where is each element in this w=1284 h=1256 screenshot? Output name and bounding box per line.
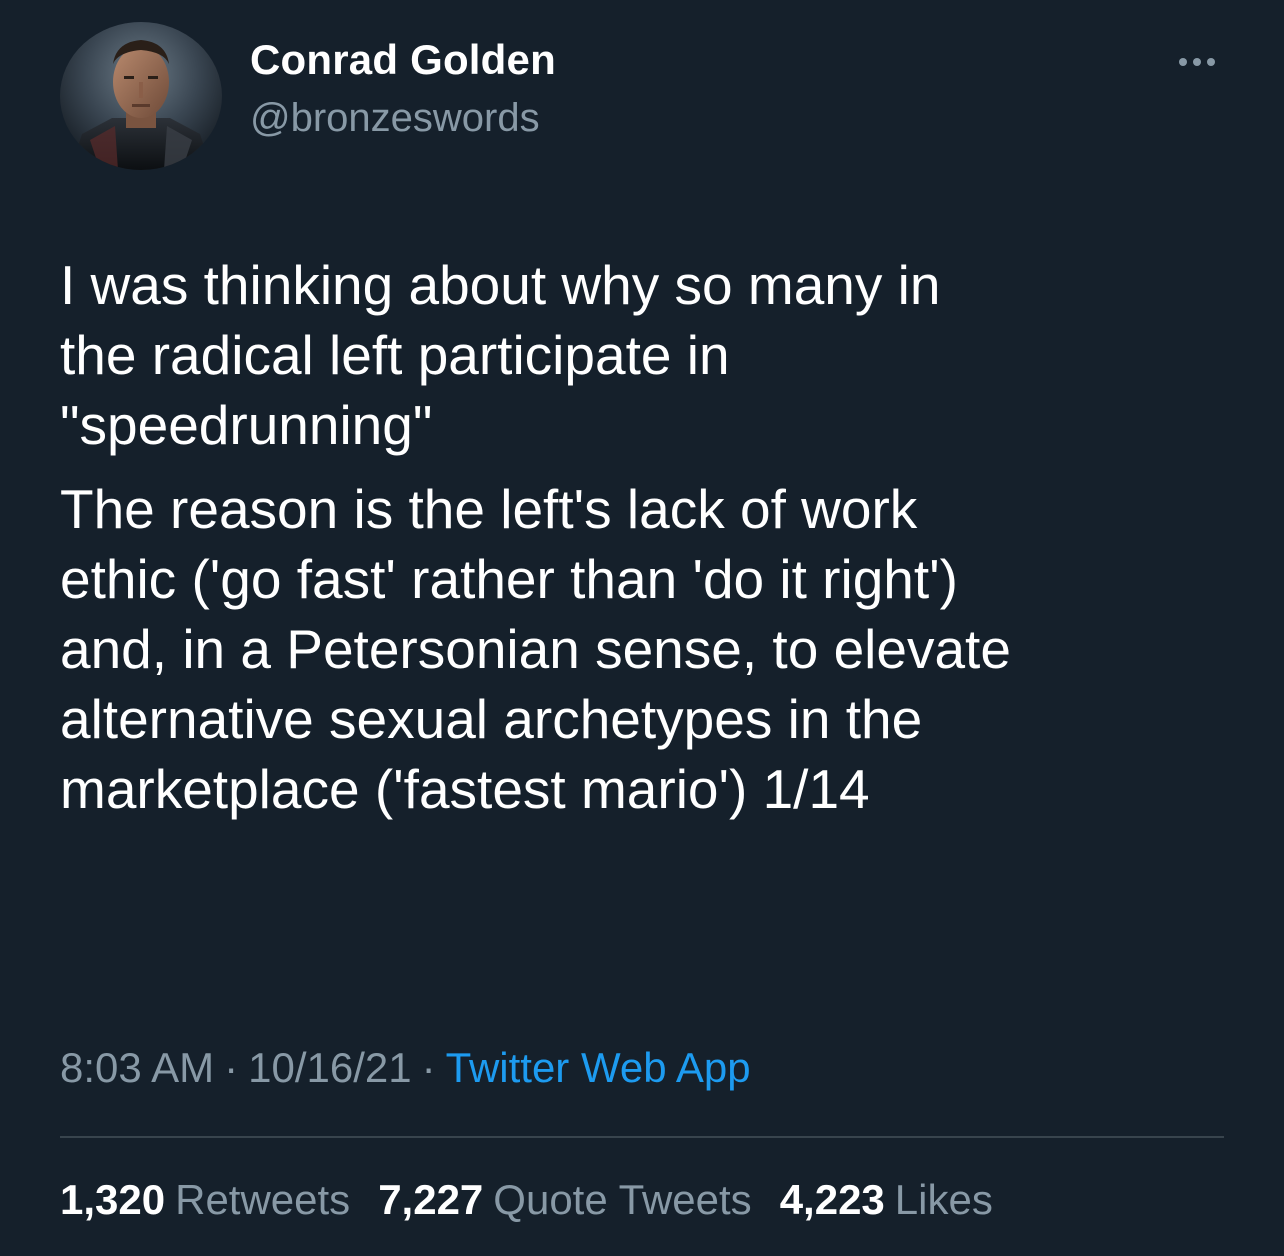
retweets-count: 1,320 <box>60 1176 166 1223</box>
quote-tweets-count: 7,227 <box>378 1176 484 1223</box>
more-horizontal-icon <box>1179 58 1187 66</box>
user-handle[interactable]: @bronzeswords <box>250 96 540 141</box>
display-name[interactable]: Conrad Golden <box>250 36 556 84</box>
meta-separator: · <box>224 1044 239 1091</box>
likes-stat[interactable]: 4,223 Likes <box>780 1176 993 1224</box>
tweet-paragraph: I was thinking about why so many in the … <box>60 254 941 456</box>
retweets-label: Retweets <box>175 1176 351 1223</box>
tweet-source-link[interactable]: Twitter Web App <box>446 1044 751 1091</box>
tweet-paragraph: The reason is the left's lack of work et… <box>60 478 1011 820</box>
tweet-text: I was thinking about why so many in the … <box>60 250 1240 824</box>
tweet-date[interactable]: 10/16/21 <box>248 1044 412 1091</box>
more-options-button[interactable] <box>1172 42 1222 82</box>
tweet-meta: 8:03 AM · 10/16/21 · Twitter Web App <box>60 1044 751 1092</box>
tweet: Conrad Golden @bronzeswords I was thinki… <box>0 0 1284 1256</box>
tweet-time[interactable]: 8:03 AM <box>60 1044 214 1091</box>
likes-count: 4,223 <box>779 1176 885 1223</box>
avatar[interactable] <box>60 22 222 170</box>
avatar-image <box>70 40 212 170</box>
more-horizontal-icon-dot <box>1207 58 1215 66</box>
retweets-stat[interactable]: 1,320 Retweets <box>60 1176 350 1224</box>
quote-tweets-stat[interactable]: 7,227 Quote Tweets <box>378 1176 752 1224</box>
tweet-stats: 1,320 Retweets 7,227 Quote Tweets 4,223 Lik… <box>60 1176 993 1224</box>
quote-tweets-label: Quote Tweets <box>493 1176 752 1223</box>
divider <box>60 1136 1224 1138</box>
meta-separator: · <box>421 1044 436 1091</box>
likes-label: Likes <box>894 1176 993 1223</box>
more-horizontal-icon-dot <box>1193 58 1201 66</box>
